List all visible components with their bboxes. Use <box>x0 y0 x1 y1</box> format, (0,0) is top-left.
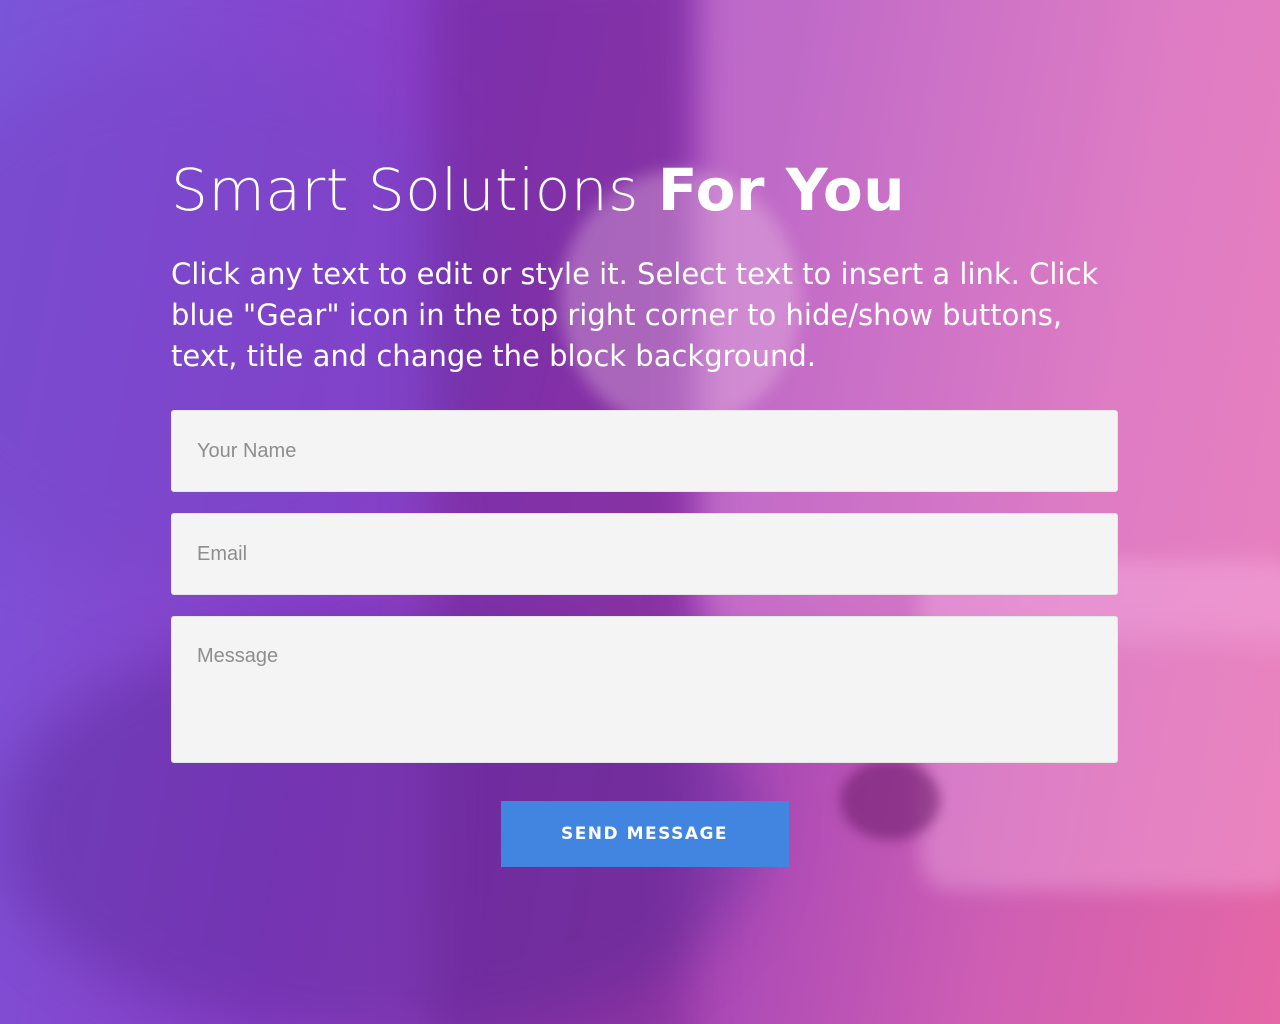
description-text: Click any text to edit or style it. Sele… <box>171 257 1099 373</box>
hero-section: Smart Solutions For You Click any text t… <box>0 0 1280 1024</box>
title-light-text: Smart Solutions <box>171 156 639 224</box>
name-input[interactable] <box>171 410 1118 492</box>
button-row: SEND MESSAGE <box>171 801 1118 867</box>
message-textarea[interactable] <box>171 616 1118 763</box>
contact-block: Smart Solutions For You Click any text t… <box>171 150 1118 867</box>
page-title: Smart Solutions For You <box>171 150 1118 230</box>
contact-form: SEND MESSAGE <box>171 410 1118 867</box>
send-message-button[interactable]: SEND MESSAGE <box>500 801 789 867</box>
email-input[interactable] <box>171 513 1118 595</box>
title-bold-text: For You <box>657 156 906 224</box>
